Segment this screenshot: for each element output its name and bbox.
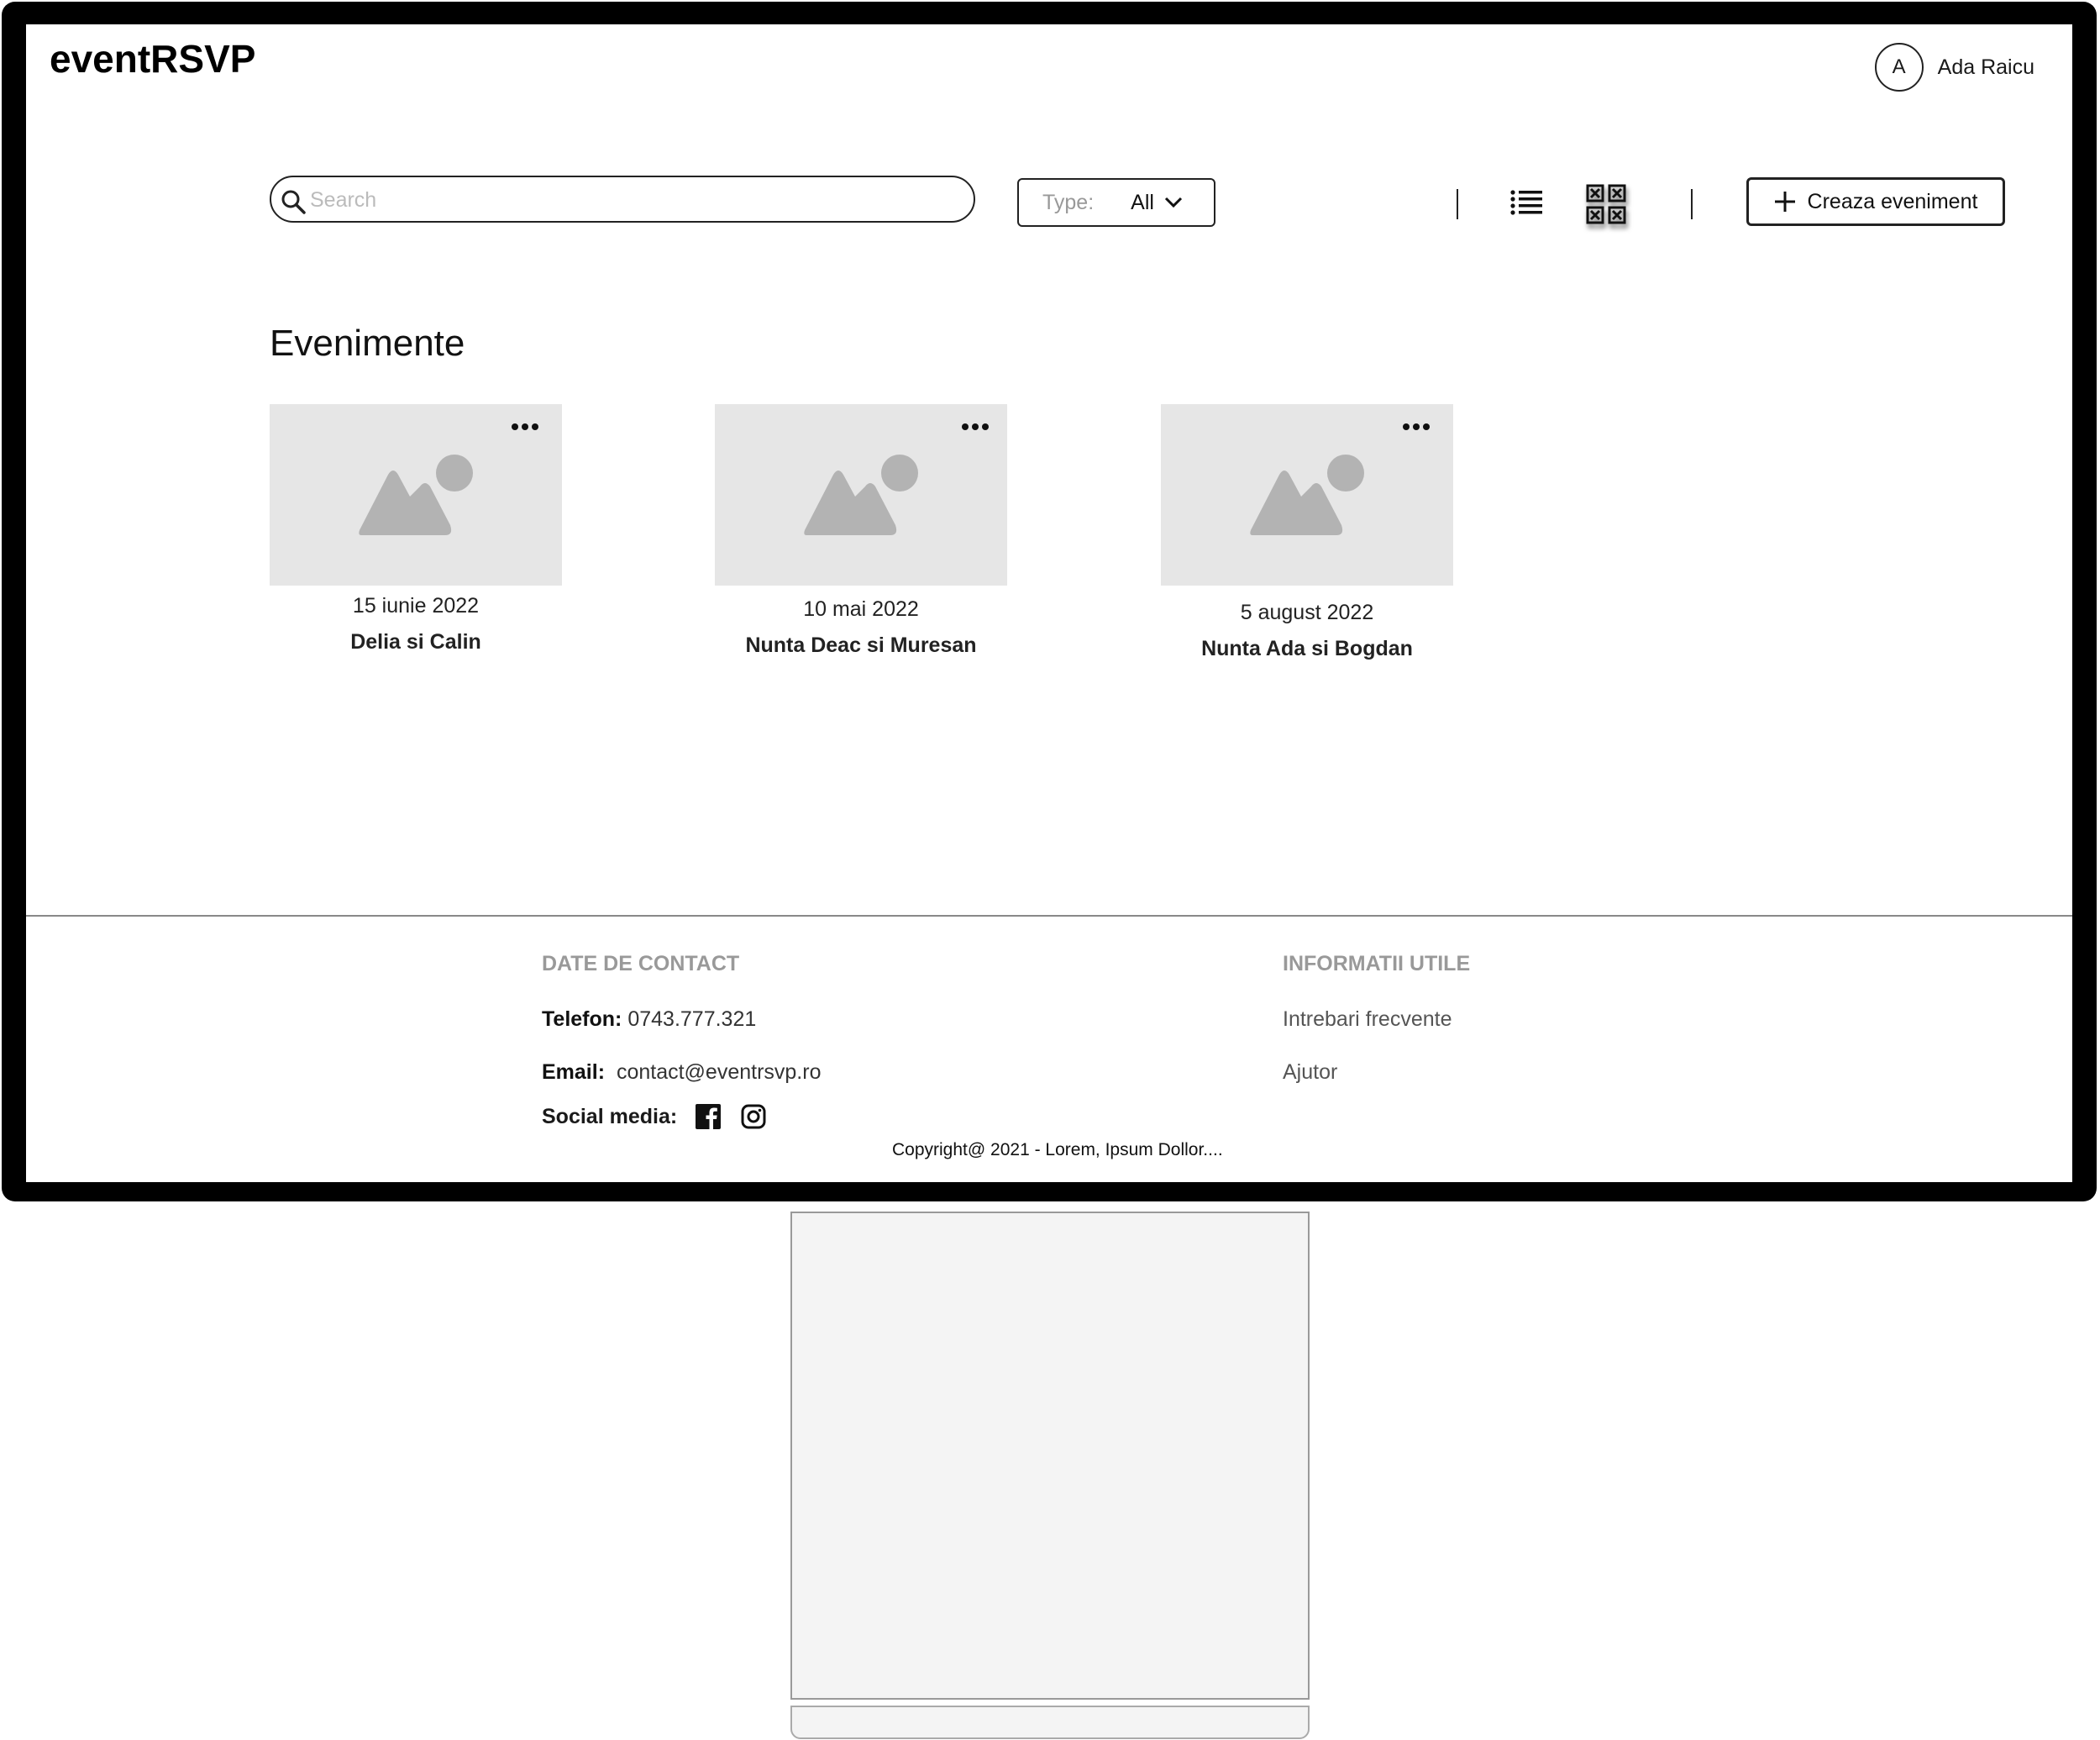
plus-icon: [1774, 192, 1795, 212]
image-placeholder-icon: [804, 455, 918, 535]
list-view-icon[interactable]: [1510, 188, 1542, 217]
email-label: Email:: [542, 1060, 606, 1084]
type-filter-label: Type:: [1042, 190, 1095, 214]
event-image[interactable]: [270, 404, 562, 586]
event-date: 10 mai 2022: [803, 597, 919, 621]
contact-phone: Telefon: 0743.777.321: [542, 1007, 756, 1032]
more-options-icon[interactable]: [962, 423, 989, 431]
image-placeholder-icon: [1250, 455, 1364, 535]
monitor-frame: eventRSVP A Ada Raicu Type: All: [2, 2, 2097, 1201]
contact-email: Email: contact@eventrsvp.ro: [542, 1060, 821, 1085]
search-icon: [281, 190, 306, 214]
create-event-button[interactable]: Creaza eveniment: [1746, 177, 2005, 226]
more-options-icon[interactable]: [1403, 423, 1430, 431]
image-placeholder-icon: [359, 455, 473, 535]
page-title: Evenimente: [270, 323, 465, 364]
event-image[interactable]: [1161, 404, 1453, 586]
toolbar-divider: [1691, 189, 1693, 219]
app-screen: eventRSVP A Ada Raicu Type: All: [26, 24, 2072, 1182]
search-bar[interactable]: [270, 176, 975, 223]
chevron-down-icon: [1164, 197, 1183, 208]
toolbar-divider: [1457, 189, 1458, 219]
social-media-row: Social media:: [542, 1104, 766, 1129]
type-filter-value: All: [1131, 190, 1154, 214]
social-label: Social media:: [542, 1104, 678, 1128]
info-heading: INFORMATII UTILE: [1283, 952, 1471, 975]
user-menu[interactable]: A Ada Raicu: [1874, 43, 2034, 92]
user-name[interactable]: Ada Raicu: [1938, 55, 2034, 80]
event-title[interactable]: Nunta Deac si Muresan: [715, 633, 1007, 658]
faq-link[interactable]: Intrebari frecvente: [1283, 1007, 1452, 1032]
email-value[interactable]: contact@eventrsvp.ro: [617, 1060, 822, 1084]
type-filter-dropdown[interactable]: Type: All: [1017, 178, 1215, 227]
help-link[interactable]: Ajutor: [1283, 1060, 1337, 1085]
monitor-stand-base: [790, 1706, 1310, 1739]
event-date: 5 august 2022: [1240, 601, 1374, 624]
grid-view-icon[interactable]: [1586, 184, 1626, 224]
instagram-icon[interactable]: [741, 1104, 766, 1129]
app-logo[interactable]: eventRSVP: [50, 36, 255, 81]
event-title[interactable]: Nunta Ada si Bogdan: [1161, 637, 1453, 661]
copyright-text: Copyright@ 2021 - Lorem, Ipsum Dollor...…: [892, 1140, 1223, 1159]
monitor-stand: [790, 1212, 1310, 1700]
more-options-icon[interactable]: [512, 423, 538, 431]
event-card[interactable]: 5 august 2022 Nunta Ada si Bogdan: [1161, 404, 1453, 661]
facebook-icon[interactable]: [696, 1104, 722, 1129]
event-card[interactable]: 10 mai 2022 Nunta Deac si Muresan: [715, 404, 1007, 658]
create-event-label: Creaza eveniment: [1807, 189, 1978, 213]
phone-label: Telefon:: [542, 1007, 622, 1031]
event-date: 15 iunie 2022: [352, 594, 480, 618]
phone-value[interactable]: 0743.777.321: [627, 1007, 756, 1031]
event-card[interactable]: 15 iunie 2022 Delia si Calin: [270, 404, 562, 654]
search-input[interactable]: [308, 182, 950, 218]
event-image[interactable]: [715, 404, 1007, 586]
contact-heading: DATE DE CONTACT: [542, 952, 740, 975]
avatar[interactable]: A: [1874, 43, 1924, 92]
event-title[interactable]: Delia si Calin: [270, 630, 562, 654]
footer-divider: [26, 915, 2072, 917]
